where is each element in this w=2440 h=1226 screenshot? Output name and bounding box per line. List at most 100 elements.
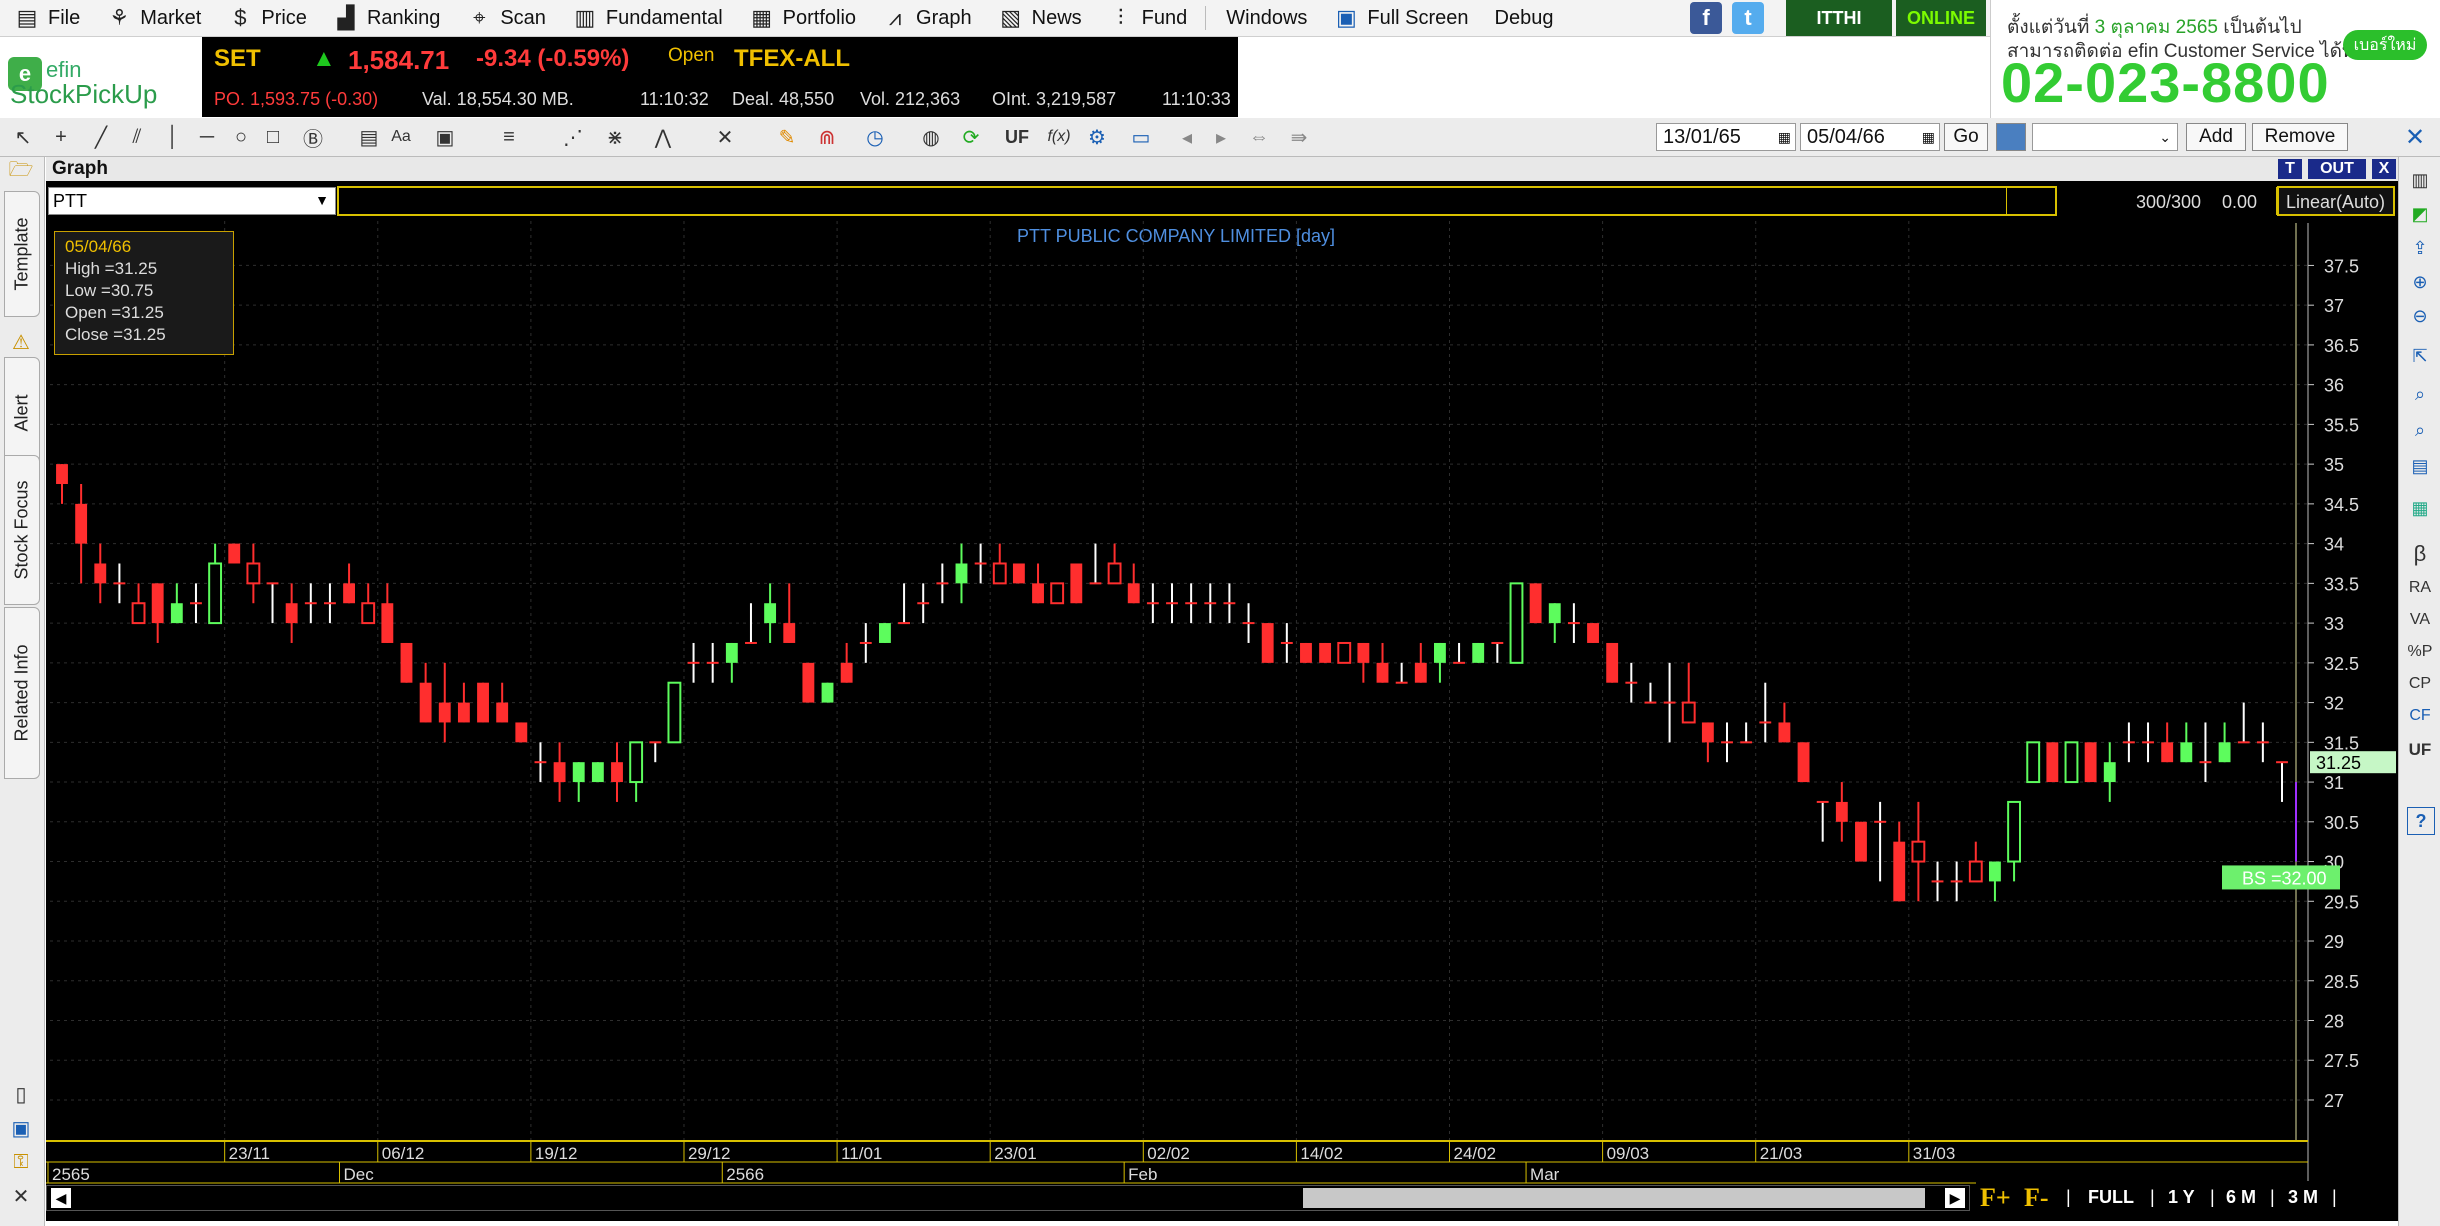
magnet-icon[interactable]: ⋒ (814, 124, 840, 150)
va-button[interactable]: VA (2407, 607, 2433, 633)
circle-icon[interactable]: ○ (228, 124, 254, 150)
template-button[interactable]: T (2278, 159, 2302, 179)
1y-button[interactable]: 1 Y (2168, 1187, 2195, 1208)
open-icon[interactable]: ⚿ (8, 1149, 34, 1175)
help-icon[interactable]: ? (2407, 807, 2435, 835)
fplus-button[interactable]: F+ (1980, 1183, 2011, 1213)
menu-item-scan[interactable]: ⌖ Scan (452, 0, 558, 36)
image-icon[interactable]: ▭ (1128, 124, 1154, 150)
horizontal-line-icon[interactable]: ─ (194, 124, 220, 150)
symbol-select[interactable]: PTT ▼ (48, 187, 336, 215)
fan-icon[interactable]: ⋇ (602, 124, 628, 150)
remove-button[interactable]: Remove (2252, 123, 2348, 151)
scroll-thumb[interactable] (1303, 1188, 1925, 1208)
twitter-icon[interactable]: t (1732, 2, 1764, 34)
out-button[interactable]: OUT (2308, 159, 2366, 179)
parallel-line-icon[interactable]: ⫽ (124, 124, 150, 150)
magnify-plus-icon[interactable]: ⌕ (2407, 381, 2433, 407)
pencil-icon[interactable]: ✎ (774, 124, 800, 150)
cp-button[interactable]: CP (2407, 671, 2433, 697)
menu-item-debug[interactable]: Debug (1481, 0, 1566, 36)
buy-sell-icon[interactable]: Ⓑ (300, 124, 326, 151)
scan-chart-icon[interactable]: ⚙ (1084, 124, 1110, 150)
text-icon[interactable]: Aa (388, 124, 414, 150)
new-file-icon[interactable]: ▯ (8, 1081, 34, 1107)
chart-add-icon[interactable]: ◩ (2407, 201, 2433, 227)
menu-item-portfolio[interactable]: ▦ Portfolio (735, 0, 868, 36)
menu-item-full-screen[interactable]: ▣ Full Screen (1319, 0, 1480, 36)
percent-p-button[interactable]: %P (2407, 639, 2433, 665)
menu-item-news[interactable]: ▧ News (984, 0, 1094, 36)
fminus-button[interactable]: F- (2024, 1183, 2049, 1213)
add-button[interactable]: Add (2186, 123, 2246, 151)
tab-alert[interactable]: Alert (4, 357, 40, 469)
palette-icon[interactable]: ◍ (918, 124, 944, 150)
function-button[interactable]: f(x) (1046, 124, 1072, 150)
trendline-icon[interactable]: ╱ (88, 124, 114, 150)
chart-style-icon[interactable]: ▣ (432, 124, 458, 150)
alert-icon[interactable]: ⚠ (8, 329, 34, 355)
clock-icon[interactable]: ◷ (862, 124, 888, 150)
facebook-icon[interactable]: f (1690, 2, 1722, 34)
scroll-right-icon[interactable]: ▶ (1945, 1188, 1965, 1208)
chart-area[interactable]: 300/300 0.00 Linear(Auto) PTT PUBLIC COMPAN… (46, 181, 2398, 1221)
scroll-left-icon[interactable]: ◀ (51, 1188, 71, 1208)
candlestick-chart[interactable]: 300/300 0.00 Linear(Auto) PTT PUBLIC COMPAN… (46, 181, 2398, 1221)
close-icon[interactable]: ✕ (2402, 124, 2428, 151)
arrow-left-icon[interactable]: ◂ (1174, 124, 1200, 150)
pointer-icon[interactable]: ↖ (10, 124, 36, 150)
magnify-minus-icon[interactable]: ⌕ (2407, 417, 2433, 443)
menu-item-graph[interactable]: ⩘ Graph (868, 0, 984, 36)
zoom-plus-icon[interactable]: ⊕ (2407, 269, 2433, 295)
cf-button[interactable]: CF (2407, 703, 2433, 729)
close-graph-button[interactable]: X (2372, 159, 2396, 179)
menu-item-fund[interactable]: ⫶ Fund (1094, 0, 1200, 36)
window-icon[interactable]: ▤ (2407, 453, 2433, 479)
picture-icon[interactable]: ▦ (2407, 495, 2433, 521)
layout-icon[interactable]: ▥ (2407, 167, 2433, 193)
close-icon[interactable]: ✕ (8, 1183, 34, 1209)
cursor-icon[interactable]: ⇱ (2407, 343, 2433, 369)
line-style-icon[interactable]: ≡ (496, 124, 522, 150)
date-from-field[interactable]: 13/01/65 ▦ (1656, 123, 1796, 151)
menu-item-file[interactable]: ▤ File (0, 0, 92, 36)
beta-button[interactable]: β (2407, 541, 2433, 567)
pattern-icon[interactable]: ⋀ (650, 124, 676, 150)
menu-item-fundamental[interactable]: ▥ Fundamental (558, 0, 735, 36)
full-button[interactable]: FULL (2088, 1187, 2134, 1208)
volume-icon[interactable]: ▤ (356, 124, 382, 150)
rectangle-icon[interactable]: □ (260, 124, 286, 150)
export-icon[interactable]: ⇪ (2407, 235, 2433, 261)
chart-scrollbar[interactable]: ◀ ▶ (46, 1185, 1970, 1211)
advertisement-banner[interactable]: ตั้งแต่วันที่ 3 ตุลาคม 2565 เป็นต้นไป สา… (1990, 0, 2440, 118)
ra-button[interactable]: RA (2407, 575, 2433, 601)
menu-item-market[interactable]: ⚘ Market (92, 0, 213, 36)
save-icon[interactable]: ▣ (8, 1115, 34, 1141)
expand-icon[interactable]: ⇔ (1246, 124, 1272, 150)
vertical-line-icon[interactable]: │ (160, 124, 186, 150)
refresh-icon[interactable]: ⟳ (958, 124, 984, 150)
calendar-icon[interactable]: ▦ (1778, 129, 1791, 146)
fibonacci-icon[interactable]: ⋰ (560, 124, 586, 150)
fast-forward-icon[interactable]: ⇛ (1286, 124, 1312, 150)
tab-template[interactable]: Template (4, 191, 40, 317)
delete-drawing-icon[interactable]: ✕ (712, 124, 738, 150)
zoom-minus-icon[interactable]: ⊖ (2407, 303, 2433, 329)
crosshair-icon[interactable]: + (48, 124, 74, 150)
menu-item-ranking[interactable]: ▟ Ranking (319, 0, 452, 36)
arrow-right-icon[interactable]: ▸ (1208, 124, 1234, 150)
calendar-icon[interactable]: ▦ (1922, 129, 1935, 146)
uf-side-button[interactable]: UF (2407, 737, 2433, 763)
menu-item-windows[interactable]: Windows (1212, 0, 1319, 36)
tab-related-info[interactable]: Related Info (4, 607, 40, 779)
folder-icon[interactable]: 🗁 (8, 159, 34, 185)
uf-button[interactable]: UF (1004, 124, 1030, 150)
indicator-color-button[interactable] (1996, 123, 2026, 151)
indicator-select[interactable]: ⌄ (2032, 123, 2178, 151)
3m-button[interactable]: 3 M (2288, 1187, 2318, 1208)
tab-stock-focus[interactable]: Stock Focus (4, 455, 40, 605)
go-button[interactable]: Go (1944, 123, 1988, 151)
ithi-badge[interactable]: ITTHI (1786, 0, 1892, 36)
date-to-field[interactable]: 05/04/66 ▦ (1800, 123, 1940, 151)
6m-button[interactable]: 6 M (2226, 1187, 2256, 1208)
